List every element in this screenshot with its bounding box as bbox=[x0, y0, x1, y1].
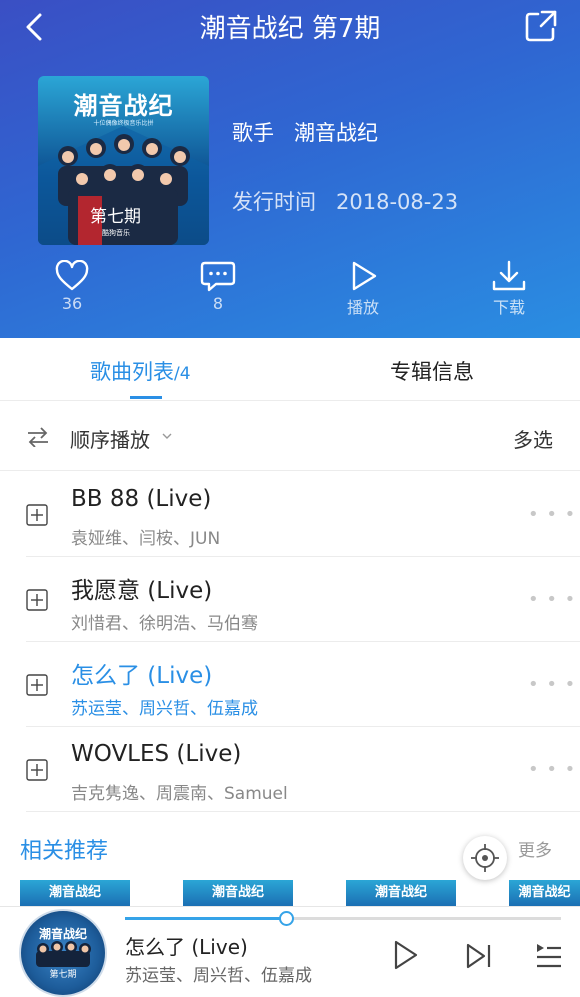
more-options-icon[interactable]: • • • bbox=[528, 674, 576, 695]
like-count: 36 bbox=[61, 294, 83, 313]
tab-song-list[interactable]: 歌曲列表/4 bbox=[90, 356, 191, 386]
crosshair-icon bbox=[471, 844, 499, 872]
tab-song-list-label: 歌曲列表 bbox=[90, 360, 174, 384]
singer-name[interactable]: 潮音战纪 bbox=[294, 121, 378, 145]
play-icon[interactable] bbox=[392, 939, 420, 971]
more-options-icon[interactable]: • • • bbox=[528, 504, 576, 525]
comment-icon bbox=[200, 261, 236, 292]
play-order-label: 顺序播放 bbox=[70, 428, 150, 452]
play-label: 播放 bbox=[346, 298, 379, 317]
sequential-play-icon bbox=[28, 427, 48, 447]
song-row[interactable]: 我愿意 (Live) 刘惜君、徐明浩、马伯骞 • • • bbox=[0, 557, 580, 642]
download-icon bbox=[492, 260, 526, 291]
related-section-title: 相关推荐 bbox=[20, 839, 109, 864]
progress-fill bbox=[125, 917, 287, 920]
song-row[interactable]: WOVLES (Live) 吉克隽逸、周震南、Samuel • • • bbox=[0, 727, 580, 812]
mini-player[interactable]: 潮音战纪 第七期 怎么了 (Live) 苏运莹、周兴哲、伍嘉成 bbox=[0, 906, 580, 997]
progress-bar[interactable] bbox=[125, 911, 561, 926]
share-icon[interactable] bbox=[524, 9, 558, 43]
comment-button[interactable]: 8 bbox=[178, 260, 258, 313]
next-track-icon[interactable] bbox=[465, 943, 493, 969]
chevron-down-icon bbox=[162, 433, 172, 439]
release-label: 发行时间 bbox=[232, 190, 316, 214]
singer-label: 歌手 bbox=[232, 121, 274, 145]
download-button[interactable]: 下载 bbox=[469, 260, 549, 318]
progress-handle[interactable] bbox=[279, 911, 295, 926]
playlist-icon[interactable] bbox=[535, 943, 563, 969]
cover-episode-tag: 第七期 bbox=[90, 207, 141, 227]
song-artists: 袁娅维、闫桉、JUN bbox=[71, 529, 221, 549]
related-album-thumb[interactable]: 潮音战纪 bbox=[346, 880, 456, 906]
cover-title: 潮音战纪 bbox=[73, 92, 174, 120]
song-artists: 刘惜君、徐明浩、马伯骞 bbox=[71, 614, 258, 634]
tab-bar: 歌曲列表/4 专辑信息 bbox=[0, 338, 580, 401]
related-more-link[interactable]: 更多 bbox=[518, 836, 552, 861]
song-title: 我愿意 (Live) bbox=[71, 578, 213, 604]
heart-icon bbox=[55, 260, 89, 291]
song-artists: 苏运莹、周兴哲、伍嘉成 bbox=[71, 699, 258, 719]
related-album-thumb[interactable]: 潮音战纪 bbox=[20, 880, 130, 906]
add-to-playlist-icon[interactable] bbox=[26, 504, 48, 526]
multi-select-button[interactable]: 多选 bbox=[513, 424, 553, 453]
locate-current-button[interactable] bbox=[463, 836, 507, 880]
related-album-thumb[interactable]: 潮音战纪 bbox=[509, 880, 580, 906]
tab-active-underline bbox=[130, 396, 162, 399]
comment-count: 8 bbox=[212, 294, 224, 313]
add-to-playlist-icon[interactable] bbox=[26, 759, 48, 781]
song-title: 怎么了 (Live) bbox=[71, 663, 213, 689]
song-title: BB 88 (Live) bbox=[71, 486, 212, 512]
release-date: 2018-08-23 bbox=[336, 190, 459, 214]
more-options-icon[interactable]: • • • bbox=[528, 589, 576, 610]
play-icon bbox=[352, 261, 377, 291]
singer-row[interactable]: 歌手 潮音战纪 bbox=[232, 117, 378, 147]
list-toolbar: 顺序播放 多选 bbox=[0, 402, 580, 471]
play-order-selector[interactable]: 顺序播放 bbox=[26, 424, 206, 452]
related-album-thumb[interactable]: 潮音战纪 bbox=[183, 880, 293, 906]
song-title: WOVLES (Live) bbox=[71, 741, 242, 767]
release-row: 发行时间 2018-08-23 bbox=[232, 186, 458, 216]
now-playing-title: 怎么了 (Live) bbox=[125, 935, 248, 959]
song-row-playing[interactable]: 怎么了 (Live) 苏运莹、周兴哲、伍嘉成 • • • bbox=[0, 642, 580, 727]
download-label: 下载 bbox=[492, 298, 525, 317]
tab-album-info[interactable]: 专辑信息 bbox=[390, 356, 474, 386]
cover-logo: 酷狗音乐 bbox=[102, 229, 130, 237]
song-row[interactable]: BB 88 (Live) 袁娅维、闫桉、JUN • • • bbox=[0, 472, 580, 557]
like-button[interactable]: 36 bbox=[32, 260, 112, 313]
song-artists: 吉克隽逸、周震南、Samuel bbox=[71, 784, 288, 804]
album-header: 潮音战纪 第7期 潮音战纪 十位偶像终极音乐比拼 第七期 酷狗音乐 歌手 潮音战… bbox=[0, 0, 580, 338]
album-cover[interactable]: 潮音战纪 十位偶像终极音乐比拼 第七期 酷狗音乐 bbox=[38, 76, 209, 245]
disc-artwork-icon bbox=[36, 941, 91, 967]
play-all-button[interactable]: 播放 bbox=[323, 260, 403, 318]
now-playing-artists: 苏运莹、周兴哲、伍嘉成 bbox=[125, 966, 312, 986]
disc-title: 潮音战纪 bbox=[38, 927, 87, 941]
row-divider bbox=[26, 811, 580, 812]
add-to-playlist-icon[interactable] bbox=[26, 589, 48, 611]
page-title: 潮音战纪 第7期 bbox=[199, 14, 381, 44]
tab-song-count: /4 bbox=[174, 364, 191, 384]
add-to-playlist-icon[interactable] bbox=[26, 674, 48, 696]
more-options-icon[interactable]: • • • bbox=[528, 759, 576, 780]
disc-episode: 第七期 bbox=[49, 970, 77, 980]
now-playing-disc[interactable]: 潮音战纪 第七期 bbox=[19, 909, 107, 997]
